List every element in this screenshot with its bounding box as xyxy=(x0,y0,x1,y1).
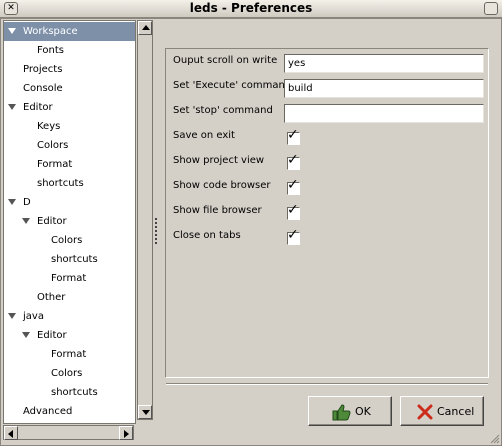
tree-item-label: Keys xyxy=(37,121,61,132)
tree-item-label: Projects xyxy=(23,64,63,75)
tree-item[interactable]: shortcuts xyxy=(4,383,135,402)
tree-item[interactable]: Colors xyxy=(4,136,135,155)
scroll-right-button[interactable] xyxy=(119,426,133,440)
tree-item[interactable]: D xyxy=(4,193,135,212)
thumbs-up-icon xyxy=(332,404,351,421)
tree-item-label: shortcuts xyxy=(51,387,98,398)
output-scroll-field[interactable]: yes xyxy=(284,54,484,73)
show-file-browser-label: Show file browser xyxy=(173,205,262,216)
ok-button[interactable]: OK xyxy=(308,396,392,426)
button-separator xyxy=(166,383,488,385)
tree-item-label: Fonts xyxy=(37,45,64,56)
show-code-browser-label: Show code browser xyxy=(173,180,271,191)
tree-item[interactable]: Keys xyxy=(4,117,135,136)
arrow-up-icon xyxy=(142,25,150,30)
checkmark-icon: ✓ xyxy=(287,177,299,193)
output-scroll-label: Ouput scroll on write xyxy=(173,55,278,66)
tree-item[interactable]: Editor xyxy=(4,98,135,117)
tree-item-label: Workspace xyxy=(23,26,78,37)
tree-item[interactable]: Format xyxy=(4,345,135,364)
window-control-button[interactable] xyxy=(484,2,498,15)
tree-item-label: Editor xyxy=(37,216,67,227)
tree-item-label: Format xyxy=(51,273,87,284)
tree-item-label: Other xyxy=(37,292,66,303)
tree-item[interactable]: Workspace xyxy=(4,22,135,41)
show-file-browser-checkbox[interactable]: ✓ xyxy=(287,203,300,220)
stop-command-field[interactable] xyxy=(284,104,484,123)
show-code-browser-checkbox[interactable]: ✓ xyxy=(287,178,300,195)
tree-item[interactable]: shortcuts xyxy=(4,250,135,269)
tree-item[interactable]: Fonts xyxy=(4,41,135,60)
checkmark-icon: ✓ xyxy=(287,152,299,168)
close-on-tabs-label: Close on tabs xyxy=(173,230,241,241)
tree-item-label: Editor xyxy=(23,102,53,113)
tree-item[interactable]: Format xyxy=(4,155,135,174)
checkmark-icon: ✓ xyxy=(287,227,299,243)
tree-item[interactable]: Other xyxy=(4,288,135,307)
stop-command-label: Set 'stop' command xyxy=(173,105,273,116)
expanded-triangle-icon[interactable] xyxy=(22,332,30,338)
save-on-exit-label: Save on exit xyxy=(173,130,235,141)
tree-item[interactable]: Colors xyxy=(4,231,135,250)
cancel-button[interactable]: Cancel xyxy=(400,396,484,426)
expanded-triangle-icon[interactable] xyxy=(22,218,30,224)
arrow-down-icon xyxy=(142,410,150,415)
tree-item-label: Colors xyxy=(37,140,69,151)
tree-item[interactable]: Projects xyxy=(4,60,135,79)
show-project-view-checkbox[interactable]: ✓ xyxy=(287,153,300,170)
tree-item[interactable]: Editor xyxy=(4,326,135,345)
scroll-down-button[interactable] xyxy=(138,405,152,419)
tree-item[interactable]: Format xyxy=(4,269,135,288)
tree-item-label: shortcuts xyxy=(51,254,98,265)
arrow-left-icon xyxy=(8,430,13,438)
tree-item[interactable]: Advanced xyxy=(4,402,135,421)
close-on-tabs-checkbox[interactable]: ✓ xyxy=(287,228,300,245)
tree-item-label: Colors xyxy=(51,368,83,379)
tree-item[interactable]: Console xyxy=(4,79,135,98)
category-tree[interactable]: Workspace Fonts Projects Console Editor Keys C… xyxy=(3,20,136,424)
tree-vertical-scrollbar[interactable] xyxy=(137,20,153,420)
tree-item-label: Format xyxy=(51,349,87,360)
tree-item[interactable]: java xyxy=(4,307,135,326)
tree-item-label: shortcuts xyxy=(37,178,84,189)
expanded-triangle-icon[interactable] xyxy=(8,104,16,110)
expanded-triangle-icon[interactable] xyxy=(8,199,16,205)
cancel-button-label: Cancel xyxy=(437,405,475,418)
title-bar[interactable]: ✕ leds - Preferences xyxy=(0,0,502,18)
tree-item-label: java xyxy=(23,311,44,322)
save-on-exit-checkbox[interactable]: ✓ xyxy=(287,128,300,145)
tree-item[interactable]: Editor xyxy=(4,212,135,231)
arrow-right-icon xyxy=(124,430,129,438)
show-project-view-label: Show project view xyxy=(173,155,265,166)
scroll-left-button[interactable] xyxy=(4,426,18,440)
scroll-up-button[interactable] xyxy=(138,21,152,35)
tree-item[interactable]: shortcuts xyxy=(4,174,135,193)
tree-horizontal-scrollbar[interactable] xyxy=(3,425,134,440)
red-x-icon xyxy=(417,404,433,420)
ok-button-label: OK xyxy=(355,405,371,418)
tree-item[interactable]: Colors xyxy=(4,364,135,383)
execute-command-label: Set 'Execute' command xyxy=(173,80,292,91)
window-title: leds - Preferences xyxy=(189,1,313,15)
tree-item-label: Console xyxy=(23,83,63,94)
tree-item-label: Format xyxy=(37,159,73,170)
checkmark-icon: ✓ xyxy=(287,202,299,218)
tree-item-label: D xyxy=(23,197,31,208)
checkmark-icon: ✓ xyxy=(287,127,299,143)
tree-item-label: Advanced xyxy=(23,406,73,417)
resize-grip-icon[interactable] xyxy=(490,434,500,444)
tree-item-label: Editor xyxy=(37,330,67,341)
expanded-triangle-icon[interactable] xyxy=(8,313,16,319)
pane-splitter-handle[interactable] xyxy=(155,218,158,248)
expanded-triangle-icon[interactable] xyxy=(8,28,16,34)
execute-command-field[interactable]: build xyxy=(284,79,484,98)
tree-item-label: Colors xyxy=(51,235,83,246)
